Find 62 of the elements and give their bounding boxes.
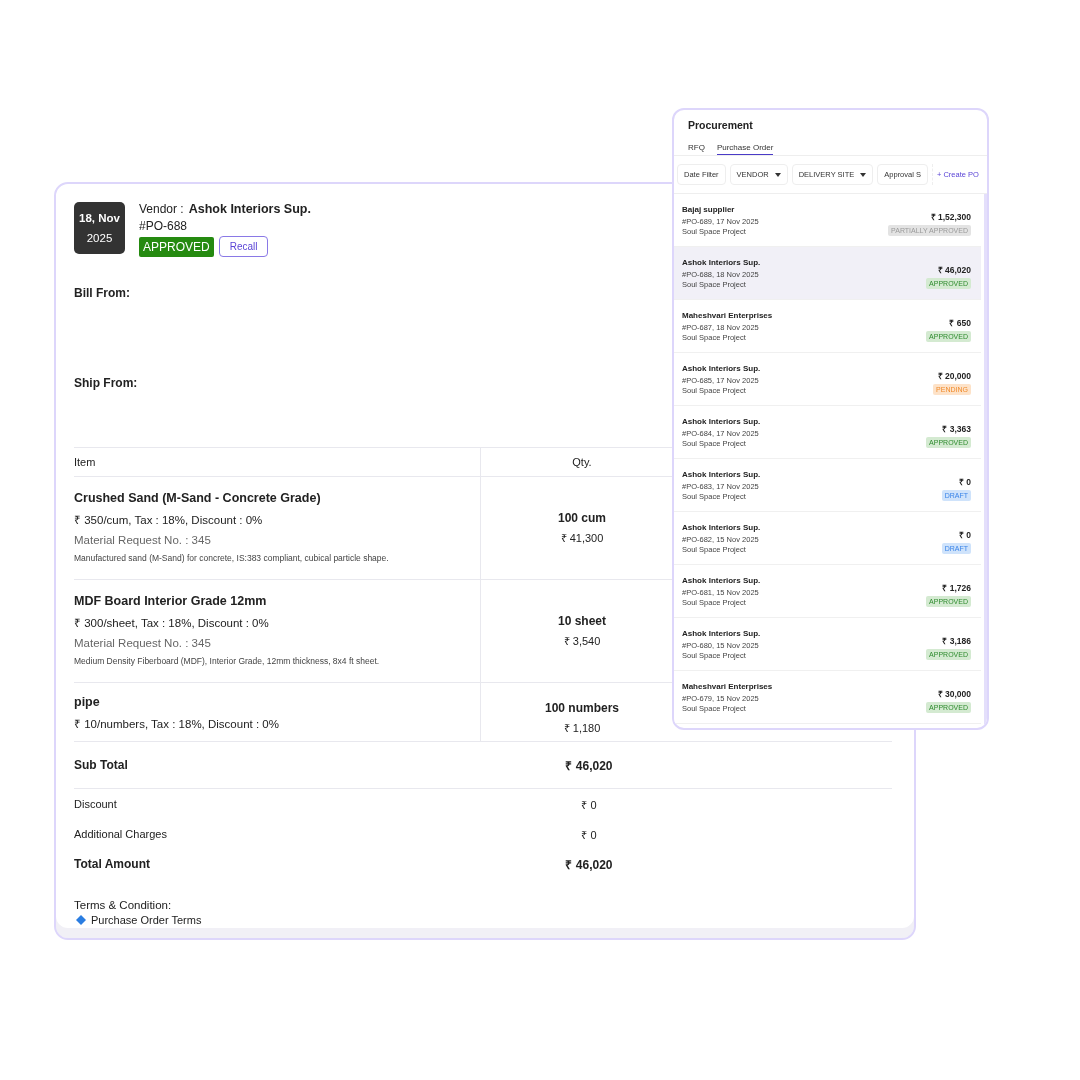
order-vendor: Ashok Interiors Sup. <box>682 522 761 532</box>
order-vendor: Ashok Interiors Sup. <box>682 363 761 373</box>
order-amount: ₹ 3,363 <box>942 422 971 434</box>
tab[interactable]: Purchase Order <box>716 143 774 155</box>
total-value: ₹ 0 <box>581 797 597 812</box>
item-description: Medium Density Fiberboard (MDF), Interior Grade, 12mm thickness, 8x4 ft sheet. <box>74 656 381 666</box>
vendor-label: Vendor : <box>139 202 184 216</box>
item-amount: ₹ 1,180 <box>563 721 601 735</box>
item-name: Crushed Sand (M-Sand - Concrete Grade) <box>74 491 322 505</box>
date-badge: 18, Nov 2025 <box>74 202 125 254</box>
order-vendor: Ashok Interiors Sup. <box>682 257 761 267</box>
material-request: Material Request No. : 345 <box>74 534 212 546</box>
order-vendor: Ashok Interiors Sup. <box>682 628 761 638</box>
total-label: Discount <box>74 798 118 810</box>
order-vendor: Maheshvari Enterprises <box>682 681 773 691</box>
total-value: ₹ 46,020 <box>565 757 613 774</box>
order-vendor: Ashok Interiors Sup. <box>682 575 761 585</box>
status-badge: APPROVED <box>139 236 214 257</box>
order-amount: ₹ 3,186 <box>942 634 971 646</box>
item-pricing: ₹ 10/numbers, Tax : 18%, Discount : 0% <box>74 717 280 731</box>
material-request: Material Request No. : 345 <box>74 637 212 649</box>
order-amount: ₹ 650 <box>949 316 971 328</box>
total-value: ₹ 46,020 <box>565 856 613 873</box>
total-label: Additional Charges <box>74 828 168 840</box>
order-amount: ₹ 1,726 <box>942 581 971 593</box>
order-vendor: Maheshvari Enterprises <box>682 310 773 320</box>
order-amount: ₹ 1,52,300 <box>930 210 971 222</box>
order-amount: ₹ 46,020 <box>937 263 971 275</box>
bill-from-label: Bill From: <box>74 286 130 300</box>
vendor-name: Ashok Interiors Sup. <box>188 202 311 216</box>
item-amount: ₹ 41,300 <box>560 531 604 545</box>
total-label: Total Amount <box>74 857 151 871</box>
order-amount: ₹ 0 <box>958 528 971 540</box>
recall-button[interactable]: Recall <box>218 236 269 257</box>
item-name: MDF Board Interior Grade 12mm <box>74 594 268 608</box>
total-value: ₹ 0 <box>581 827 597 842</box>
column-header: Item <box>74 456 97 468</box>
column-header: Qty. <box>572 456 592 468</box>
ship-from-label: Ship From: <box>74 376 138 390</box>
item-name: pipe <box>74 695 101 709</box>
order-amount: ₹ 20,000 <box>937 369 971 381</box>
order-vendor: Ashok Interiors Sup. <box>682 416 761 426</box>
terms-link[interactable]: Purchase Order Terms <box>91 914 202 926</box>
item-quantity: 10 sheet <box>558 614 606 628</box>
terms-title: Terms & Condition: <box>74 899 173 911</box>
total-label: Sub Total <box>74 758 129 772</box>
order-amount: ₹ 0 <box>958 475 971 487</box>
diamond-icon <box>76 915 86 925</box>
item-amount: ₹ 3,540 <box>563 634 601 648</box>
panel-title: Procurement <box>688 119 754 131</box>
order-amount: ₹ 30,000 <box>937 687 971 699</box>
item-quantity: 100 numbers <box>544 701 619 715</box>
item-pricing: ₹ 350/cum, Tax : 18%, Discount : 0% <box>74 513 264 527</box>
caret-icon <box>860 172 867 177</box>
order-vendor: Ashok Interiors Sup. <box>682 469 761 479</box>
item-pricing: ₹ 300/sheet, Tax : 18%, Discount : 0% <box>74 616 270 630</box>
caret-icon <box>774 172 781 177</box>
po-number: #PO-688 <box>139 219 189 233</box>
tab[interactable]: RFQ <box>688 143 705 155</box>
item-quantity: 100 cum <box>558 511 606 525</box>
order-vendor: Bajaj supplier <box>682 204 735 214</box>
item-description: Manufactured sand (M-Sand) for concrete, IS:383 compliant, cubical particle shape. <box>74 553 390 563</box>
